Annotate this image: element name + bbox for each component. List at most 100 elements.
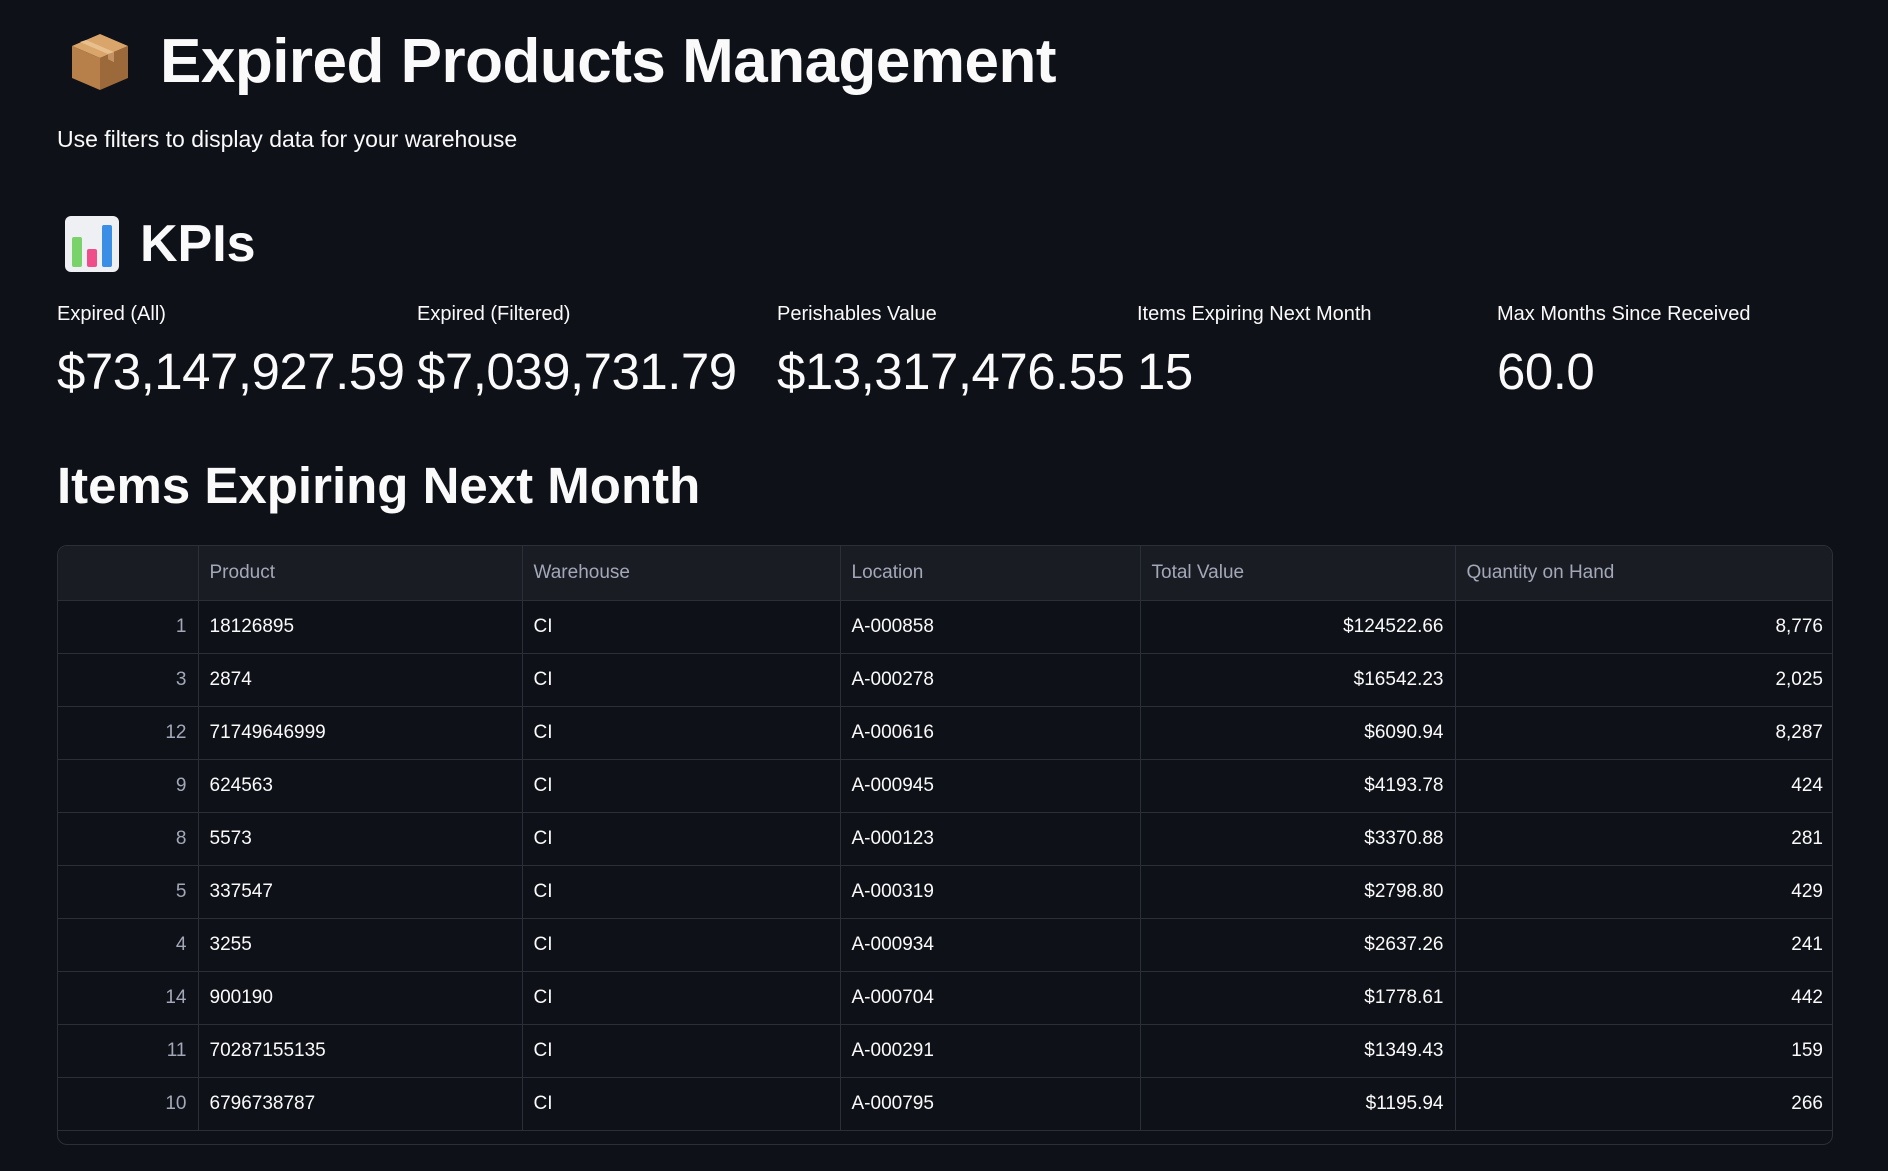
cell-warehouse[interactable]: CI <box>522 600 841 654</box>
row-index[interactable]: 1 <box>58 600 199 654</box>
cell-quantity[interactable]: 442 <box>1455 971 1832 1025</box>
table-row[interactable]: 4 3255 CI A-000934 $2637.26 241 <box>58 918 1832 972</box>
cell-total-value[interactable]: $16542.23 <box>1140 653 1456 707</box>
cell-product[interactable]: 6796738787 <box>198 1077 523 1131</box>
cell-product[interactable]: 900190 <box>198 971 523 1025</box>
cell-location[interactable]: A-000278 <box>840 653 1141 707</box>
column-header-total-value[interactable]: Total Value <box>1140 546 1456 601</box>
cell-total-value[interactable]: $1778.61 <box>1140 971 1456 1025</box>
cell-warehouse[interactable]: CI <box>522 865 841 919</box>
expiring-items-table[interactable]: Product Warehouse Location Total Value Q… <box>57 545 1833 1145</box>
row-index[interactable]: 12 <box>58 706 199 760</box>
cell-product[interactable]: 18126895 <box>198 600 523 654</box>
cell-warehouse[interactable]: CI <box>522 812 841 866</box>
table-header-row: Product Warehouse Location Total Value Q… <box>58 546 1832 601</box>
metric-value: $13,317,476.55 <box>777 343 1125 400</box>
metric-label: Perishables Value <box>777 303 937 325</box>
cell-total-value[interactable]: $4193.78 <box>1140 759 1456 813</box>
cell-quantity[interactable]: 8,776 <box>1455 600 1832 654</box>
table-row[interactable]: 3 2874 CI A-000278 $16542.23 2,025 <box>58 653 1832 707</box>
cell-total-value[interactable]: $2798.80 <box>1140 865 1456 919</box>
cell-product[interactable]: 2874 <box>198 653 523 707</box>
cell-location[interactable]: A-000945 <box>840 759 1141 813</box>
cell-quantity[interactable]: 159 <box>1455 1024 1832 1078</box>
cell-warehouse[interactable]: CI <box>522 1024 841 1078</box>
package-icon <box>72 34 128 90</box>
cell-warehouse[interactable]: CI <box>522 1077 841 1131</box>
cell-product[interactable]: 3255 <box>198 918 523 972</box>
cell-warehouse[interactable]: CI <box>522 971 841 1025</box>
cell-quantity[interactable]: 266 <box>1455 1077 1832 1131</box>
row-index[interactable]: 10 <box>58 1077 199 1131</box>
metric-items-expiring-next-month: Items Expiring Next Month 15 <box>1137 303 1497 402</box>
column-header-location[interactable]: Location <box>840 546 1141 601</box>
cell-location[interactable]: A-000795 <box>840 1077 1141 1131</box>
metric-value: $7,039,731.79 <box>417 343 737 400</box>
cell-warehouse[interactable]: CI <box>522 706 841 760</box>
row-index[interactable]: 11 <box>58 1024 199 1078</box>
cell-warehouse[interactable]: CI <box>522 918 841 972</box>
cell-location[interactable]: A-000704 <box>840 971 1141 1025</box>
metric-max-months-since-received: Max Months Since Received 60.0 <box>1497 303 1857 402</box>
column-header-quantity-on-hand[interactable]: Quantity on Hand <box>1455 546 1832 601</box>
cell-total-value[interactable]: $3370.88 <box>1140 812 1456 866</box>
cell-product[interactable]: 624563 <box>198 759 523 813</box>
bar-chart-icon <box>65 216 119 272</box>
column-header-warehouse[interactable]: Warehouse <box>522 546 841 601</box>
table-row[interactable]: 12 71749646999 CI A-000616 $6090.94 8,287 <box>58 706 1832 760</box>
table-body: 1 18126895 CI A-000858 $124522.66 8,776 3 2874 C… <box>58 600 1832 1131</box>
cell-total-value[interactable]: $6090.94 <box>1140 706 1456 760</box>
metric-expired-filtered: Expired (Filtered) $7,039,731.79 <box>417 303 777 402</box>
cell-product[interactable]: 337547 <box>198 865 523 919</box>
cell-product[interactable]: 5573 <box>198 812 523 866</box>
column-header-index[interactable] <box>58 546 199 601</box>
metric-label: Expired (Filtered) <box>417 303 571 325</box>
cell-quantity[interactable]: 241 <box>1455 918 1832 972</box>
row-index[interactable]: 9 <box>58 759 199 813</box>
metric-expired-all: Expired (All) $73,147,927.59 <box>57 303 417 402</box>
column-header-product[interactable]: Product <box>198 546 523 601</box>
row-index[interactable]: 4 <box>58 918 199 972</box>
cell-quantity[interactable]: 8,287 <box>1455 706 1832 760</box>
table-row[interactable]: 1 18126895 CI A-000858 $124522.66 8,776 <box>58 600 1832 654</box>
kpi-heading: KPIs <box>140 215 256 273</box>
cell-warehouse[interactable]: CI <box>522 759 841 813</box>
row-index[interactable]: 3 <box>58 653 199 707</box>
table-row[interactable]: 5 337547 CI A-000319 $2798.80 429 <box>58 865 1832 919</box>
cell-location[interactable]: A-000858 <box>840 600 1141 654</box>
title-row: Expired Products Management <box>68 22 1057 102</box>
cell-quantity[interactable]: 281 <box>1455 812 1832 866</box>
cell-quantity[interactable]: 429 <box>1455 865 1832 919</box>
row-index[interactable]: 5 <box>58 865 199 919</box>
cell-quantity[interactable]: 2,025 <box>1455 653 1832 707</box>
cell-location[interactable]: A-000934 <box>840 918 1141 972</box>
cell-location[interactable]: A-000291 <box>840 1024 1141 1078</box>
metric-value: 60.0 <box>1497 343 1595 400</box>
table-row[interactable]: 10 6796738787 CI A-000795 $1195.94 266 <box>58 1077 1832 1131</box>
cell-location[interactable]: A-000123 <box>840 812 1141 866</box>
cell-total-value[interactable]: $1195.94 <box>1140 1077 1456 1131</box>
table-row[interactable]: 11 70287155135 CI A-000291 $1349.43 159 <box>58 1024 1832 1078</box>
cell-warehouse[interactable]: CI <box>522 653 841 707</box>
table-row[interactable]: 8 5573 CI A-000123 $3370.88 281 <box>58 812 1832 866</box>
cell-quantity[interactable]: 424 <box>1455 759 1832 813</box>
table-row[interactable]: 9 624563 CI A-000945 $4193.78 424 <box>58 759 1832 813</box>
kpi-metrics: Expired (All) $73,147,927.59 Expired (Fi… <box>57 303 1833 402</box>
cell-total-value[interactable]: $124522.66 <box>1140 600 1456 654</box>
page-subtitle: Use filters to display data for your war… <box>57 126 518 152</box>
cell-location[interactable]: A-000616 <box>840 706 1141 760</box>
cell-location[interactable]: A-000319 <box>840 865 1141 919</box>
cell-product[interactable]: 71749646999 <box>198 706 523 760</box>
cell-total-value[interactable]: $2637.26 <box>1140 918 1456 972</box>
cell-product[interactable]: 70287155135 <box>198 1024 523 1078</box>
page-title: Expired Products Management <box>160 27 1057 96</box>
metric-value: $73,147,927.59 <box>57 343 405 400</box>
table-row[interactable]: 14 900190 CI A-000704 $1778.61 442 <box>58 971 1832 1025</box>
row-index[interactable]: 8 <box>58 812 199 866</box>
row-index[interactable]: 14 <box>58 971 199 1025</box>
metric-label: Expired (All) <box>57 303 166 325</box>
metric-label: Items Expiring Next Month <box>1137 303 1372 325</box>
metric-perishables-value: Perishables Value $13,317,476.55 <box>777 303 1137 402</box>
cell-total-value[interactable]: $1349.43 <box>1140 1024 1456 1078</box>
app-page: Expired Products Management Use filters … <box>0 0 1888 1171</box>
